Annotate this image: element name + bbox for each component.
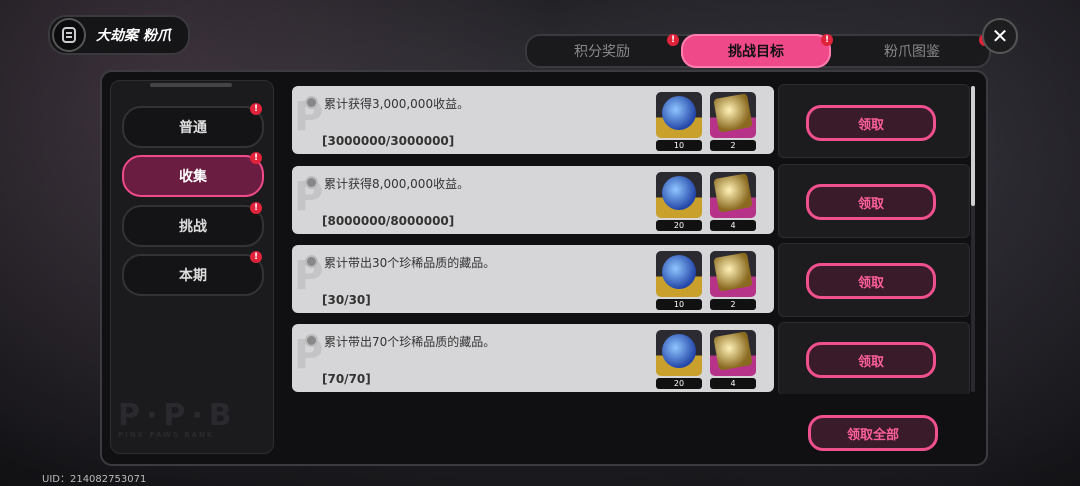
task-progress: [30/30]	[322, 293, 371, 307]
bullet-icon	[307, 257, 316, 266]
tab-label: 粉爪图鉴	[884, 44, 940, 60]
task-list[interactable]: P 累计获得3,000,000收益。 [3000000/3000000] 10 …	[284, 80, 976, 394]
sidebar-item-challenge[interactable]: 挑战	[122, 205, 264, 247]
reward-ticket-icon[interactable]	[710, 92, 756, 138]
tab-alert-badge: !	[821, 34, 833, 46]
tab-label: 积分奖励	[574, 44, 630, 60]
tab-alert-badge: !	[667, 34, 679, 46]
sidebar-item-current[interactable]: 本期	[122, 254, 264, 296]
reward-orb-icon[interactable]	[656, 251, 702, 297]
task-progress: [3000000/3000000]	[322, 134, 455, 148]
reward-ticket-icon[interactable]	[710, 172, 756, 218]
task-description: 累计带出30个珍稀品质的藏品。	[324, 256, 496, 270]
reward-count: 10	[656, 140, 702, 151]
reward-orb-icon[interactable]	[656, 92, 702, 138]
claim-button[interactable]: 领取	[806, 105, 936, 141]
task-progress: [8000000/8000000]	[322, 214, 455, 228]
bullet-icon	[307, 336, 316, 345]
sidebar-item-normal[interactable]: 普通	[122, 106, 264, 148]
reward-ticket-icon[interactable]	[710, 330, 756, 376]
reward-count: 20	[656, 220, 702, 231]
sidebar-item-label: 本期	[179, 268, 207, 284]
sidebar-handle	[150, 83, 232, 87]
reward-count: 10	[656, 299, 702, 310]
claim-button[interactable]: 领取	[806, 263, 936, 299]
sidebar-item-label: 收集	[179, 169, 207, 185]
scrollbar-thumb[interactable]	[971, 86, 975, 206]
close-icon: ✕	[991, 24, 1009, 48]
reward-ticket-icon[interactable]	[710, 251, 756, 297]
sidebar-alert-badge: !	[250, 103, 262, 115]
reward-orb-icon[interactable]	[656, 172, 702, 218]
watermark-text: P·P·B	[118, 398, 238, 433]
task-row: P 累计获得3,000,000收益。 [3000000/3000000] 10 …	[292, 86, 774, 154]
bullet-icon	[307, 178, 316, 187]
reward-orb-icon[interactable]	[656, 330, 702, 376]
event-title: 大劫案 粉爪	[96, 28, 171, 44]
tab-label: 挑战目标	[728, 44, 784, 60]
sidebar-item-collect[interactable]: 收集	[122, 155, 264, 197]
task-description: 累计获得8,000,000收益。	[324, 177, 470, 191]
sidebar-alert-badge: !	[250, 251, 262, 263]
task-description: 累计获得3,000,000收益。	[324, 97, 470, 111]
sidebar-alert-badge: !	[250, 202, 262, 214]
tab-pinkclaw-collection[interactable]: 粉爪图鉴	[837, 36, 987, 66]
top-tabs: 积分奖励 ! 挑战目标 ! 粉爪图鉴 !	[525, 34, 991, 68]
sidebar-alert-badge: !	[250, 152, 262, 164]
tab-challenge-goals[interactable]: 挑战目标	[681, 34, 831, 68]
event-title-badge: 大劫案 粉爪	[48, 15, 190, 55]
task-progress: [70/70]	[322, 372, 371, 386]
close-button[interactable]: ✕	[982, 18, 1018, 54]
sidebar-item-label: 挑战	[179, 219, 207, 235]
claim-button[interactable]: 领取	[806, 184, 936, 220]
claim-all-button[interactable]: 领取全部	[808, 415, 938, 451]
reward-count: 2	[710, 299, 756, 310]
ppb-logo-icon	[52, 18, 86, 52]
tab-points-reward[interactable]: 积分奖励	[527, 36, 677, 66]
uid-label: UID：214082753071	[42, 474, 147, 485]
reward-count: 2	[710, 140, 756, 151]
task-row: P 累计获得8,000,000收益。 [8000000/8000000] 20 …	[292, 166, 774, 234]
task-row: P 累计带出70个珍稀品质的藏品。 [70/70] 20 4	[292, 324, 774, 392]
ppb-watermark: P·P·B PINK PAWS BANK	[118, 398, 238, 439]
reward-count: 20	[656, 378, 702, 389]
claim-button[interactable]: 领取	[806, 342, 936, 378]
bullet-icon	[307, 98, 316, 107]
task-row: P 累计带出30个珍稀品质的藏品。 [30/30] 10 2	[292, 245, 774, 313]
sidebar-item-label: 普通	[179, 120, 207, 136]
reward-count: 4	[710, 220, 756, 231]
reward-count: 4	[710, 378, 756, 389]
task-description: 累计带出70个珍稀品质的藏品。	[324, 335, 496, 349]
